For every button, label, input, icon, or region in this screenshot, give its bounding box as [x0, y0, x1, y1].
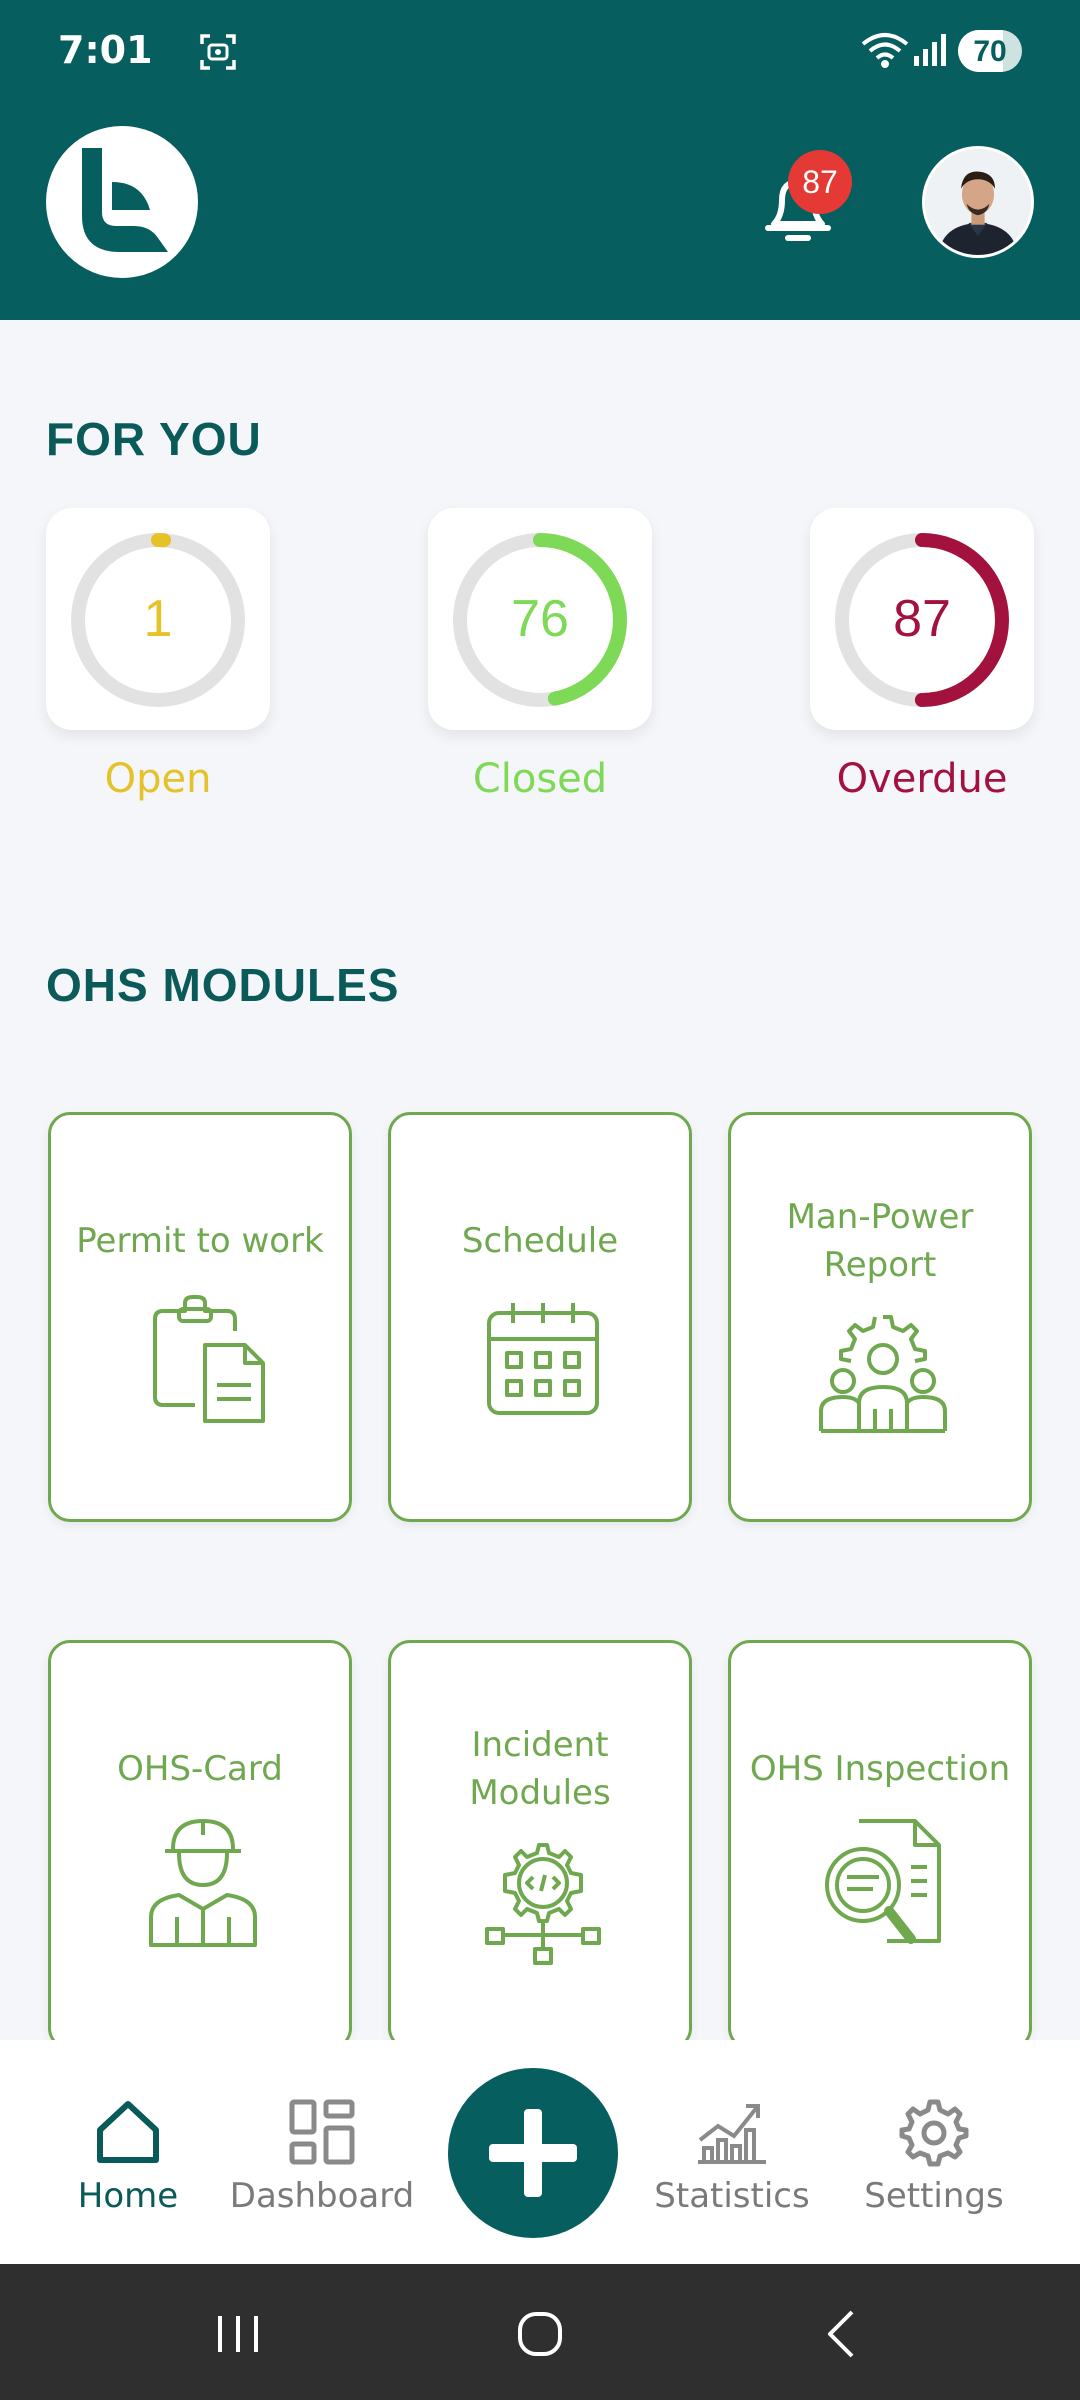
code-gear-network-icon	[485, 1843, 601, 1965]
for-you-title: FOR YOU	[46, 413, 262, 465]
overdue-progress-ring: 87	[835, 533, 1009, 707]
wifi-icon	[861, 33, 909, 68]
recent-apps-icon[interactable]	[208, 2304, 268, 2364]
app-header: 7:01 70 87	[0, 0, 1080, 320]
module-incident-modules[interactable]: Incident Modules	[388, 1640, 692, 2050]
home-circle-icon[interactable]	[510, 2304, 570, 2364]
open-count: 1	[144, 590, 173, 648]
nav-settings-label: Settings	[864, 2176, 1004, 2216]
battery-indicator: 70	[958, 30, 1022, 72]
closed-stat-card[interactable]: 76	[428, 508, 652, 730]
user-avatar[interactable]	[922, 146, 1034, 258]
nav-statistics-label: Statistics	[654, 2176, 810, 2216]
closed-progress-ring: 76	[453, 533, 627, 707]
system-navigation-bar	[0, 2264, 1080, 2400]
module-label: OHS Inspection	[749, 1749, 1011, 1789]
nav-home[interactable]: Home	[28, 2096, 228, 2216]
gear-icon	[899, 2099, 969, 2167]
user-portrait-icon	[925, 149, 1031, 255]
open-label: Open	[104, 756, 212, 802]
nav-settings[interactable]: Settings	[834, 2096, 1034, 2216]
logo-mark-icon	[82, 148, 168, 252]
status-time: 7:01	[58, 28, 153, 72]
nav-home-label: Home	[77, 2176, 179, 2216]
module-man-power-report[interactable]: Man-Power Report	[728, 1112, 1032, 1522]
module-permit-to-work[interactable]: Permit to work	[48, 1112, 352, 1522]
nav-dashboard[interactable]: Dashboard	[222, 2096, 422, 2216]
ohs-modules-title: OHS MODULES	[46, 959, 400, 1011]
notification-badge[interactable]: 87	[788, 150, 852, 214]
module-label: Schedule	[461, 1221, 619, 1261]
bottom-navigation: Home Dashboard Statistics Settings	[0, 2040, 1080, 2264]
module-label-line-2: Modules	[469, 1773, 611, 1813]
screenshot-icon	[200, 34, 236, 70]
closed-label: Closed	[472, 756, 608, 802]
module-label-line-1: Man-Power	[786, 1197, 974, 1237]
app-logo	[46, 126, 198, 278]
nav-statistics[interactable]: Statistics	[632, 2096, 832, 2216]
module-label: Permit to work	[76, 1221, 324, 1261]
cell-signal-icon	[914, 34, 946, 66]
statistics-icon	[698, 2104, 766, 2164]
battery-level: 70	[973, 35, 1007, 68]
document-magnifier-icon	[825, 1819, 941, 1944]
module-ohs-card[interactable]: OHS-Card	[48, 1640, 352, 2050]
open-progress-ring: 1	[71, 533, 245, 707]
add-button[interactable]	[448, 2068, 618, 2238]
overdue-stat-card[interactable]: 87	[810, 508, 1034, 730]
module-label-line-1: Incident	[471, 1725, 609, 1765]
team-gear-icon	[819, 1315, 947, 1433]
overdue-label: Overdue	[836, 756, 1008, 802]
overdue-count: 87	[893, 590, 951, 648]
open-stat-card[interactable]: 1	[46, 508, 270, 730]
nav-dashboard-label: Dashboard	[229, 2176, 415, 2216]
dashboard-icon	[289, 2099, 355, 2165]
module-label-line-2: Report	[823, 1245, 937, 1285]
closed-count: 76	[511, 590, 569, 648]
calendar-icon	[487, 1303, 599, 1415]
back-icon[interactable]	[812, 2304, 872, 2364]
worker-helmet-icon	[149, 1819, 257, 1947]
module-ohs-inspection[interactable]: OHS Inspection	[728, 1640, 1032, 2050]
clipboard-document-icon	[153, 1295, 265, 1423]
module-schedule[interactable]: Schedule	[388, 1112, 692, 1522]
home-icon	[97, 2101, 159, 2163]
module-label: OHS-Card	[117, 1749, 283, 1789]
